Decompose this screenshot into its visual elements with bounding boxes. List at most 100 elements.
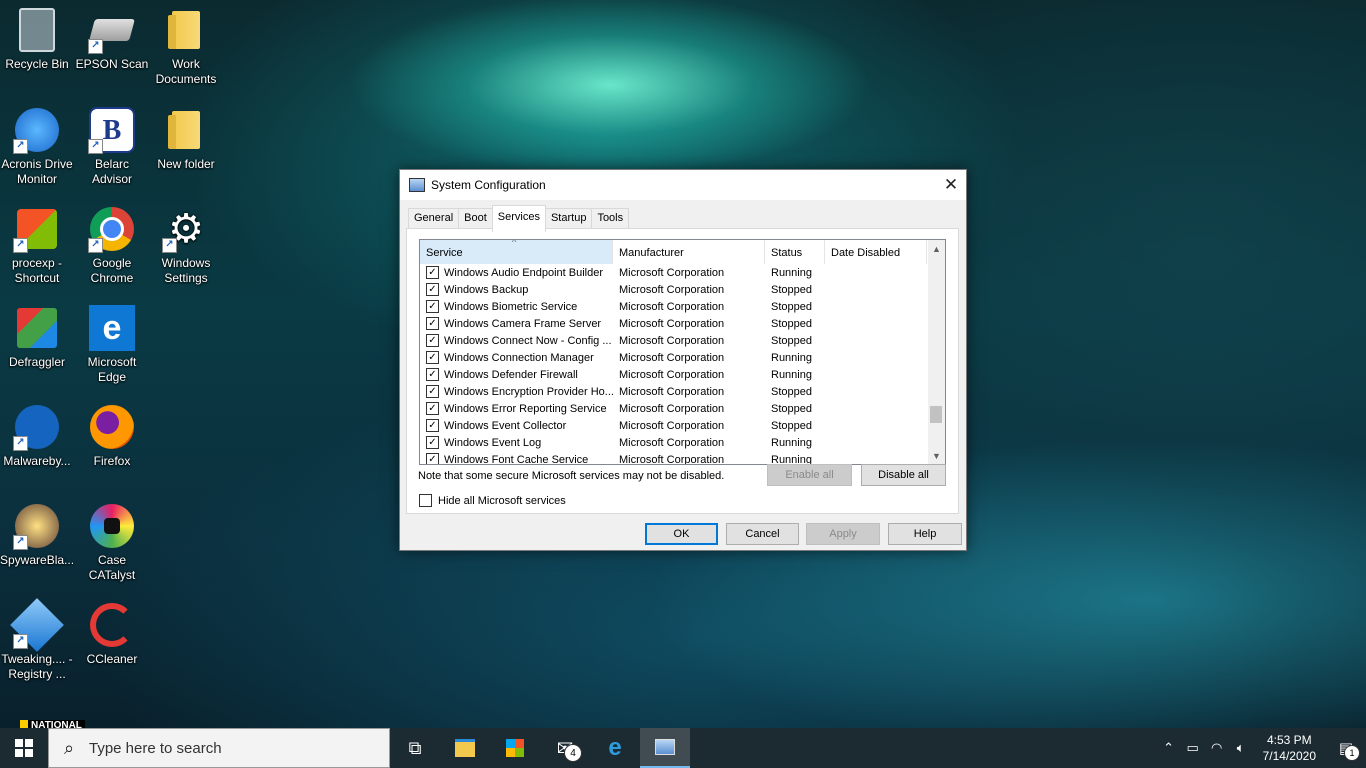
hide-microsoft-services-option[interactable]: Hide all Microsoft services: [419, 494, 566, 507]
desktop-icon-recycle-bin[interactable]: Recycle Bin: [0, 0, 74, 72]
column-header-date-disabled[interactable]: Date Disabled: [825, 240, 927, 264]
column-header-status[interactable]: Status: [765, 240, 825, 264]
table-row[interactable]: ✓ Windows Biometric Service Microsoft Cor…: [420, 298, 945, 315]
desktop-icon-spywareblaster[interactable]: ↗ SpywareBla...: [0, 496, 74, 568]
shortcut-arrow-icon: ↗: [13, 436, 28, 451]
desktop-icon-case-catalyst[interactable]: Case CATalyst: [75, 496, 149, 583]
start-button[interactable]: [0, 728, 48, 768]
shortcut-arrow-icon: ↗: [88, 238, 103, 253]
taskbar-search-box[interactable]: ⌕ Type here to search: [48, 728, 390, 768]
desktop-icon-ccleaner[interactable]: CCleaner: [75, 595, 149, 667]
service-checkbox[interactable]: ✓: [426, 317, 439, 330]
service-checkbox[interactable]: ✓: [426, 300, 439, 313]
store-bag-icon: [506, 739, 524, 757]
desktop-icon-firefox[interactable]: Firefox: [75, 397, 149, 469]
service-status: Stopped: [771, 402, 812, 415]
service-name: Windows Encryption Provider Ho...: [444, 385, 613, 398]
apply-button[interactable]: Apply: [806, 523, 880, 545]
desktop-icon-edge[interactable]: e Microsoft Edge: [75, 298, 149, 385]
table-row[interactable]: ✓ Windows Font Cache Service Microsoft Co…: [420, 451, 945, 465]
help-button[interactable]: Help: [888, 523, 962, 545]
scrollbar-thumb[interactable]: [930, 406, 942, 423]
service-status: Running: [771, 436, 812, 449]
desktop-icon-chrome[interactable]: ↗ Google Chrome: [75, 199, 149, 286]
table-row[interactable]: ✓ Windows Event Log Microsoft Corporation…: [420, 434, 945, 451]
service-checkbox[interactable]: ✓: [426, 436, 439, 449]
taskbar: ⌕ Type here to search ⧉ ✉ 4 e ⌃ ▭ ◠ 🔈︎ 4…: [0, 728, 1366, 768]
table-row[interactable]: ✓ Windows Defender Firewall Microsoft Cor…: [420, 366, 945, 383]
table-row[interactable]: ✓ Windows Event Collector Microsoft Corpo…: [420, 417, 945, 434]
desktop-icon-windows-settings[interactable]: ⚙ ↗ Windows Settings: [149, 199, 223, 286]
service-checkbox[interactable]: ✓: [426, 351, 439, 364]
tab-tools[interactable]: Tools: [591, 208, 630, 230]
service-name: Windows Event Log: [444, 436, 542, 449]
desktop-icon-belarc[interactable]: B ↗ Belarc Advisor: [75, 100, 149, 187]
ok-button[interactable]: OK: [645, 523, 718, 545]
file-explorer-button[interactable]: [440, 728, 490, 768]
table-row[interactable]: ✓ Windows Encryption Provider Ho... Micro…: [420, 383, 945, 400]
service-status: Stopped: [771, 385, 812, 398]
service-manufacturer: Microsoft Corporation: [619, 351, 725, 364]
column-header-manufacturer[interactable]: Manufacturer: [613, 240, 765, 264]
action-center-button[interactable]: ▤ 1: [1326, 739, 1366, 761]
desktop-icon-epson-scan[interactable]: ↗ EPSON Scan: [75, 0, 149, 72]
tab-startup[interactable]: Startup: [544, 208, 593, 230]
service-checkbox[interactable]: ✓: [426, 334, 439, 347]
tab-boot[interactable]: Boot: [458, 208, 493, 230]
speaker-icon[interactable]: 🔈︎: [1229, 740, 1253, 756]
hide-microsoft-services-checkbox[interactable]: [419, 494, 432, 507]
disable-all-button[interactable]: Disable all: [861, 464, 946, 486]
shortcut-arrow-icon: ↗: [88, 39, 103, 54]
task-view-button[interactable]: ⧉: [390, 728, 440, 768]
wifi-icon[interactable]: ◠: [1205, 740, 1229, 756]
scroll-down-icon[interactable]: ▼: [928, 447, 945, 464]
edge-taskbar-button[interactable]: e: [590, 728, 640, 768]
service-status: Stopped: [771, 419, 812, 432]
scroll-up-icon[interactable]: ▲: [928, 240, 945, 257]
edge-icon: e: [608, 734, 622, 761]
service-checkbox[interactable]: ✓: [426, 419, 439, 432]
desktop-icon-acronis[interactable]: ↗ Acronis Drive Monitor: [0, 100, 74, 187]
column-header-service[interactable]: ^ Service: [420, 240, 613, 264]
service-checkbox[interactable]: ✓: [426, 385, 439, 398]
desktop-icon-label: Windows Settings: [161, 256, 211, 285]
battery-icon[interactable]: ▭: [1181, 740, 1205, 756]
table-row[interactable]: ✓ Windows Camera Frame Server Microsoft C…: [420, 315, 945, 332]
dialog-titlebar[interactable]: System Configuration ✕: [400, 170, 966, 200]
desktop-icon-procexp[interactable]: ↗ procexp - Shortcut: [0, 199, 74, 286]
service-name: Windows Font Cache Service: [444, 453, 589, 465]
chevron-up-icon[interactable]: ⌃: [1157, 740, 1181, 756]
tab-services[interactable]: Services: [491, 205, 546, 232]
desktop-icon-new-folder[interactable]: New folder: [149, 100, 223, 172]
desktop-icon-malwarebytes[interactable]: ↗ Malwareby...: [0, 397, 74, 469]
desktop-icon-work-documents[interactable]: Work Documents: [149, 0, 223, 87]
desktop-icon-tweaking[interactable]: ↗ Tweaking.... - Registry ...: [0, 595, 74, 682]
close-button[interactable]: ✕: [936, 170, 966, 200]
service-checkbox[interactable]: ✓: [426, 368, 439, 381]
mail-button[interactable]: ✉ 4: [540, 728, 590, 768]
vertical-scrollbar[interactable]: ▲ ▼: [928, 240, 945, 464]
clock[interactable]: 4:53 PM 7/14/2020: [1253, 732, 1326, 764]
list-header: ^ Service Manufacturer Status Date Disab…: [420, 240, 945, 264]
desktop-icon-defraggler[interactable]: Defraggler: [0, 298, 74, 370]
table-row[interactable]: ✓ Windows Error Reporting Service Microso…: [420, 400, 945, 417]
recycle-bin-icon: [13, 6, 61, 54]
service-checkbox[interactable]: ✓: [426, 402, 439, 415]
tab-general[interactable]: General: [408, 208, 460, 230]
windows-logo-icon: [15, 739, 33, 757]
cancel-button[interactable]: Cancel: [726, 523, 799, 545]
table-row[interactable]: ✓ Windows Backup Microsoft Corporation St…: [420, 281, 945, 298]
shortcut-arrow-icon: ↗: [162, 238, 177, 253]
service-manufacturer: Microsoft Corporation: [619, 317, 725, 330]
service-checkbox[interactable]: ✓: [426, 266, 439, 279]
table-row[interactable]: ✓ Windows Connection Manager Microsoft Co…: [420, 349, 945, 366]
service-name: Windows Error Reporting Service: [444, 402, 607, 415]
table-row[interactable]: ✓ Windows Audio Endpoint Builder Microsof…: [420, 264, 945, 281]
microsoft-store-button[interactable]: [490, 728, 540, 768]
service-checkbox[interactable]: ✓: [426, 283, 439, 296]
shortcut-arrow-icon: ↗: [13, 535, 28, 550]
table-row[interactable]: ✓ Windows Connect Now - Config ... Micros…: [420, 332, 945, 349]
enable-all-button[interactable]: Enable all: [767, 464, 852, 486]
system-configuration-taskbar-button[interactable]: [640, 728, 690, 768]
service-checkbox[interactable]: ✓: [426, 453, 439, 464]
